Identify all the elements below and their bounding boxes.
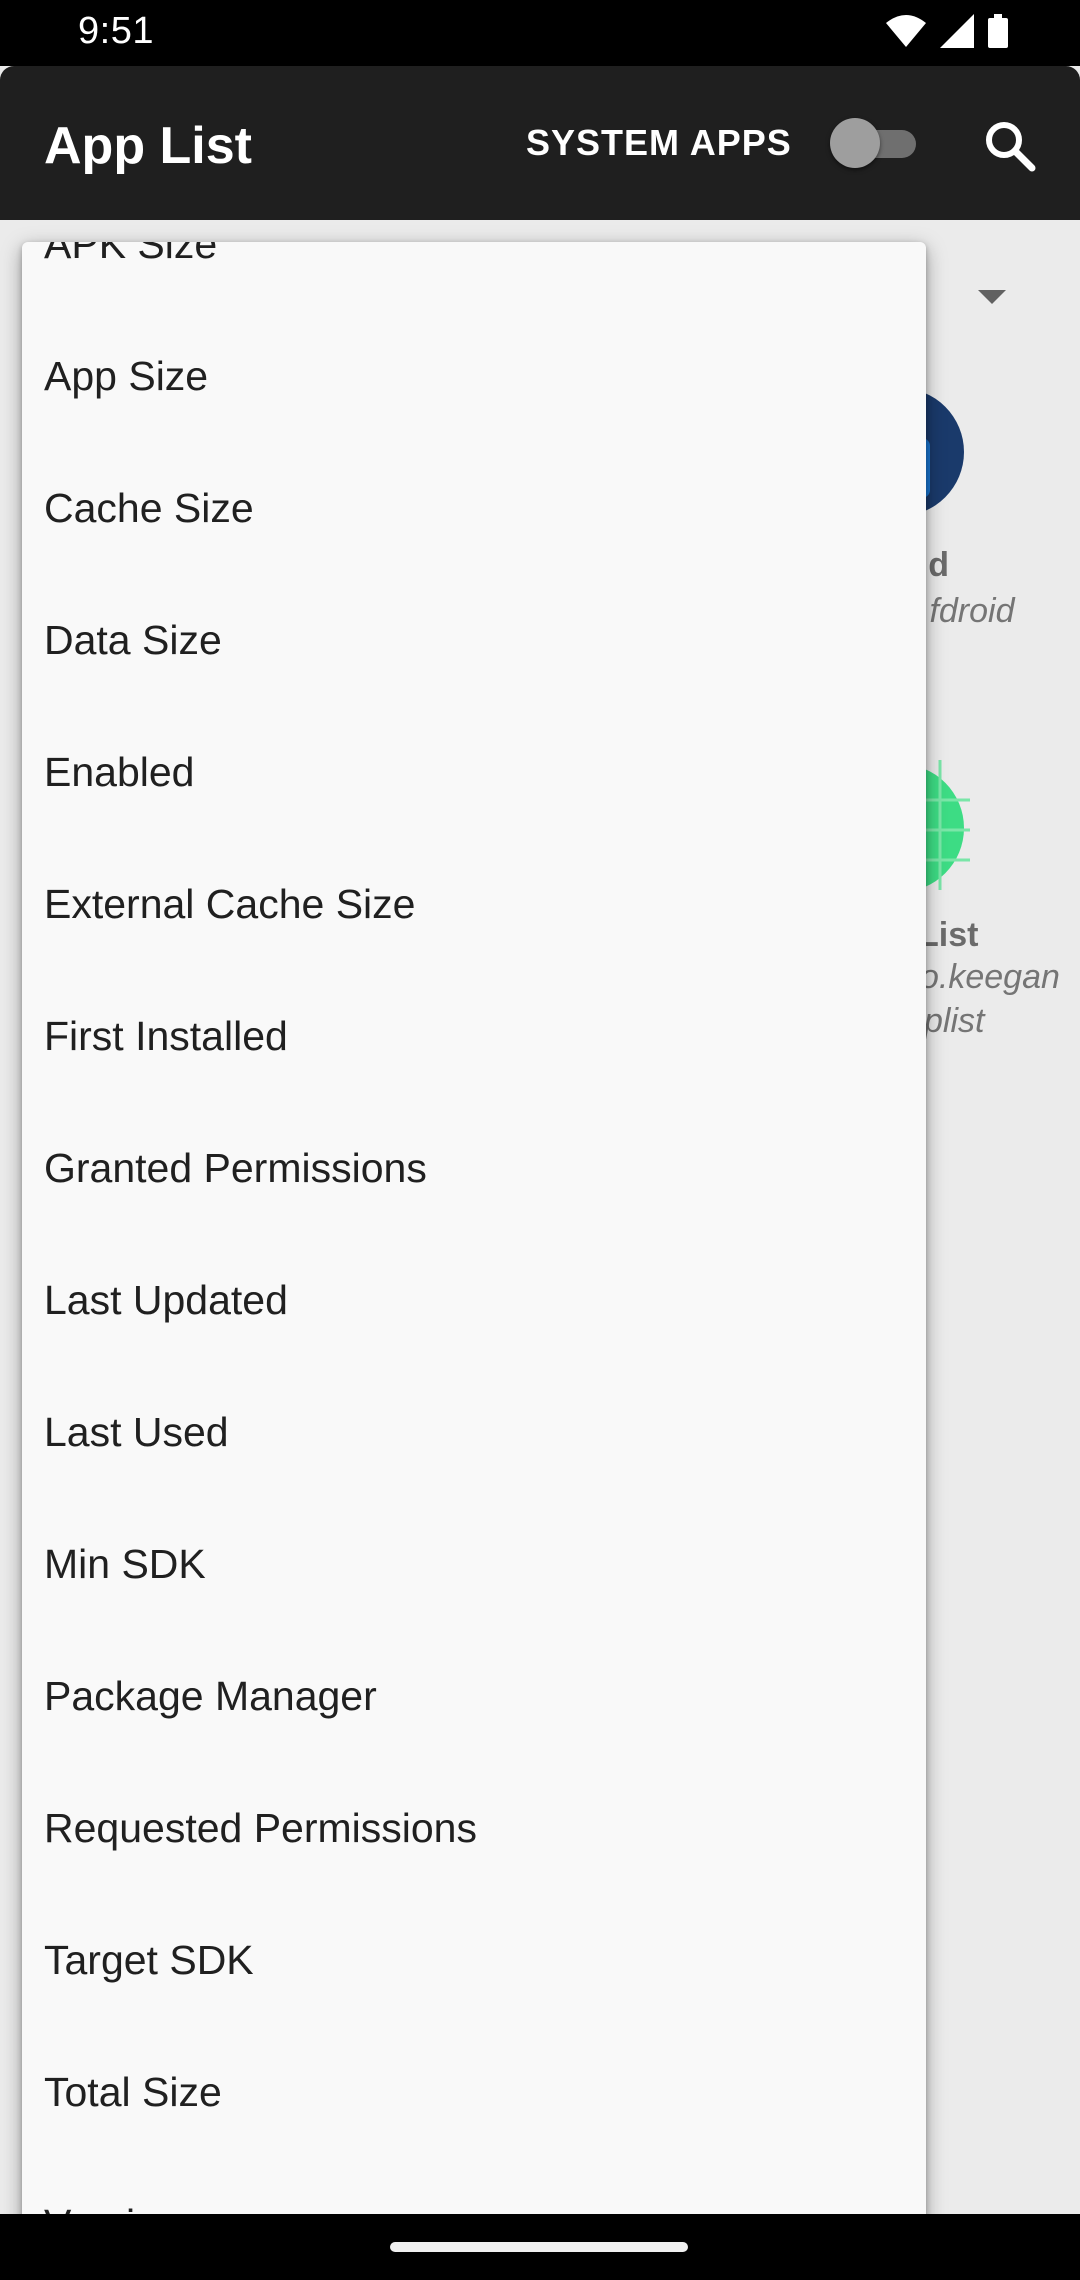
page-title: App List xyxy=(44,117,252,175)
app-toolbar: App List SYSTEM APPS xyxy=(0,66,1080,220)
menu-item-first-installed[interactable]: First Installed xyxy=(22,970,926,1102)
status-bar: 9:51 xyxy=(0,0,1080,66)
app-window: App List SYSTEM APPS oid .fdroid xyxy=(0,66,1080,2214)
menu-item-last-updated[interactable]: Last Updated xyxy=(22,1234,926,1366)
sort-dropdown-caret-icon[interactable] xyxy=(978,290,1006,304)
system-apps-toggle[interactable] xyxy=(830,118,916,168)
navigation-bar xyxy=(0,2214,1080,2280)
menu-item-app-size[interactable]: App Size xyxy=(22,310,926,442)
menu-item-apk-size[interactable]: APK Size xyxy=(22,242,926,310)
app-name-applist: List xyxy=(918,916,979,954)
signal-icon xyxy=(940,14,974,53)
menu-item-cache-size[interactable]: Cache Size xyxy=(22,442,926,574)
system-apps-label: SYSTEM APPS xyxy=(526,122,792,163)
status-icons xyxy=(886,14,1008,53)
menu-item-requested-permissions[interactable]: Requested Permissions xyxy=(22,1762,926,1894)
menu-item-min-sdk[interactable]: Min SDK xyxy=(22,1498,926,1630)
menu-item-last-used[interactable]: Last Used xyxy=(22,1366,926,1498)
menu-item-target-sdk[interactable]: Target SDK xyxy=(22,1894,926,2026)
sort-by-menu: APK Size App Size Cache Size Data Size E… xyxy=(22,242,926,2214)
menu-item-version[interactable]: Version xyxy=(22,2158,926,2214)
menu-item-package-manager[interactable]: Package Manager xyxy=(22,1630,926,1762)
battery-icon xyxy=(988,14,1008,53)
search-icon xyxy=(980,122,1040,180)
menu-item-total-size[interactable]: Total Size xyxy=(22,2026,926,2158)
home-gesture-handle[interactable] xyxy=(390,2242,688,2252)
app-package-fdroid: .fdroid xyxy=(920,592,1015,630)
menu-item-data-size[interactable]: Data Size xyxy=(22,574,926,706)
status-time: 9:51 xyxy=(78,10,154,52)
app-package-applist-1: o.keegan xyxy=(920,958,1060,996)
app-package-applist-2: plist xyxy=(924,1002,985,1040)
menu-item-granted-permissions[interactable]: Granted Permissions xyxy=(22,1102,926,1234)
menu-item-enabled[interactable]: Enabled xyxy=(22,706,926,838)
menu-item-external-cache-size[interactable]: External Cache Size xyxy=(22,838,926,970)
toggle-thumb xyxy=(830,118,880,168)
search-button[interactable] xyxy=(980,116,1040,176)
wifi-icon xyxy=(886,15,926,52)
sort-by-menu-list: APK Size App Size Cache Size Data Size E… xyxy=(22,242,926,2214)
